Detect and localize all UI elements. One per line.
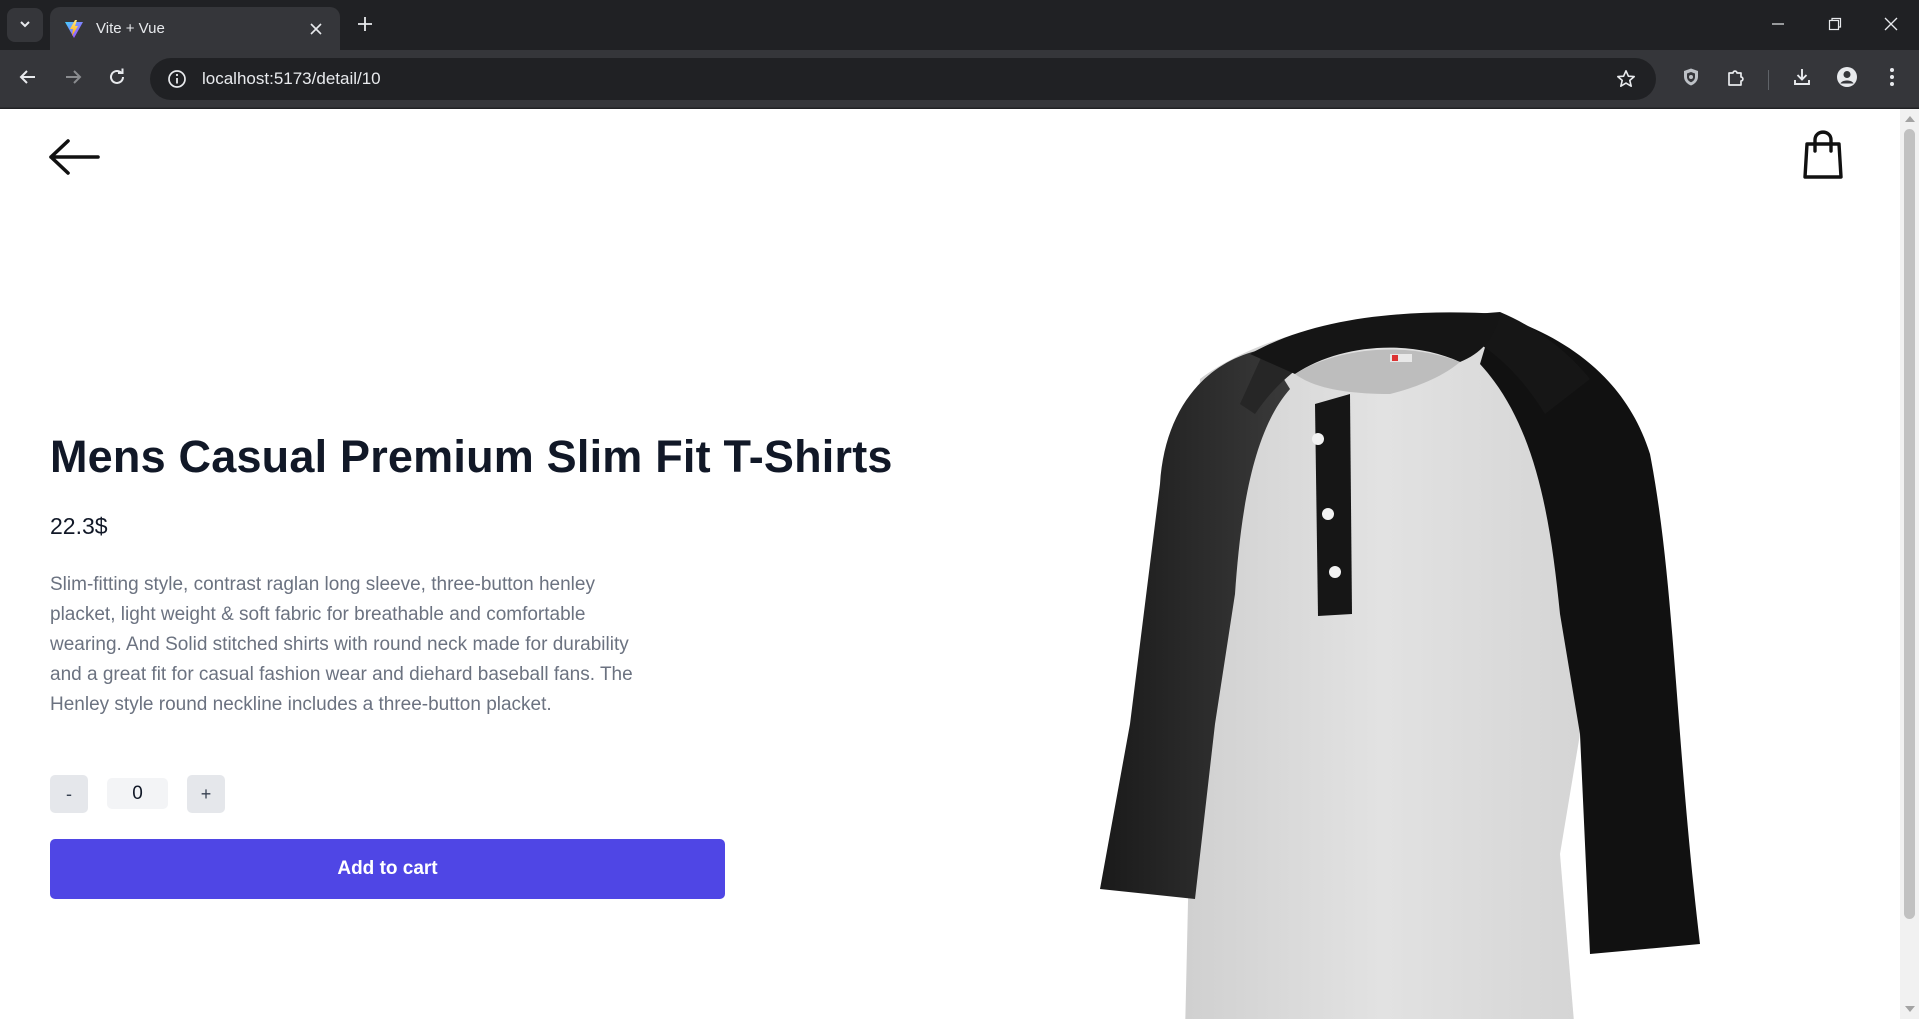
add-to-cart-button[interactable]: Add to cart [50, 839, 725, 899]
vite-logo-icon [64, 19, 84, 39]
page-scrollbar[interactable] [1900, 109, 1919, 1019]
profile-button[interactable] [1829, 61, 1865, 97]
shopping-bag-icon [1803, 130, 1843, 184]
reload-button[interactable] [99, 61, 135, 97]
reload-icon [108, 68, 126, 90]
back-button[interactable] [10, 61, 46, 97]
arrow-right-icon [64, 68, 82, 90]
url-text[interactable]: localhost:5173/detail/10 [202, 69, 1606, 89]
cart-button[interactable] [1800, 130, 1846, 184]
shield-icon [1681, 67, 1701, 91]
chevron-down-icon [18, 16, 32, 35]
new-tab-button[interactable] [350, 11, 380, 41]
extensions-button[interactable] [1718, 61, 1754, 97]
puzzle-icon [1726, 67, 1746, 91]
arrow-left-icon [48, 139, 100, 179]
menu-button[interactable] [1874, 61, 1910, 97]
extension-shield-button[interactable] [1673, 61, 1709, 97]
product-title: Mens Casual Premium Slim Fit T-Shirts [50, 431, 893, 482]
restore-icon [1828, 16, 1842, 35]
close-window-button[interactable] [1862, 0, 1919, 50]
toolbar-separator [1768, 70, 1769, 90]
product-image [1090, 254, 1730, 1019]
scrollbar-thumb[interactable] [1904, 129, 1915, 919]
downloads-button[interactable] [1784, 61, 1820, 97]
browser-toolbar: localhost:5173/detail/10 [0, 50, 1919, 108]
arrow-left-icon [19, 68, 37, 90]
henley-shirt-image [1100, 312, 1700, 1019]
browser-tab-bar: Vite + Vue [0, 0, 1919, 50]
quantity-value[interactable]: 0 [107, 778, 168, 809]
star-icon[interactable] [1606, 59, 1646, 99]
product-price: 22.3$ [50, 513, 108, 539]
quantity-decrement-button[interactable]: - [50, 775, 88, 813]
download-icon [1792, 67, 1812, 91]
address-bar[interactable]: localhost:5173/detail/10 [150, 58, 1656, 100]
person-icon [1836, 66, 1858, 92]
product-description: Slim-fitting style, contrast raglan long… [50, 574, 633, 715]
tab-title: Vite + Vue [96, 20, 165, 37]
forward-button[interactable] [55, 61, 91, 97]
minimize-icon [1771, 16, 1785, 35]
close-icon[interactable] [306, 19, 326, 39]
tab-search-button[interactable] [7, 8, 43, 42]
browser-tab[interactable]: Vite + Vue [50, 7, 340, 50]
scroll-down-arrow[interactable] [1905, 1006, 1915, 1012]
minimize-button[interactable] [1749, 0, 1807, 50]
scroll-up-arrow[interactable] [1905, 116, 1915, 122]
restore-button[interactable] [1806, 0, 1864, 50]
plus-icon [357, 16, 373, 36]
page-viewport: Mens Casual Premium Slim Fit T-Shirts 22… [0, 109, 1900, 1019]
close-icon [1884, 16, 1898, 35]
more-vert-icon [1889, 67, 1895, 91]
quantity-increment-button[interactable]: + [187, 775, 225, 813]
page-back-button[interactable] [48, 137, 100, 181]
info-icon[interactable] [166, 68, 188, 90]
